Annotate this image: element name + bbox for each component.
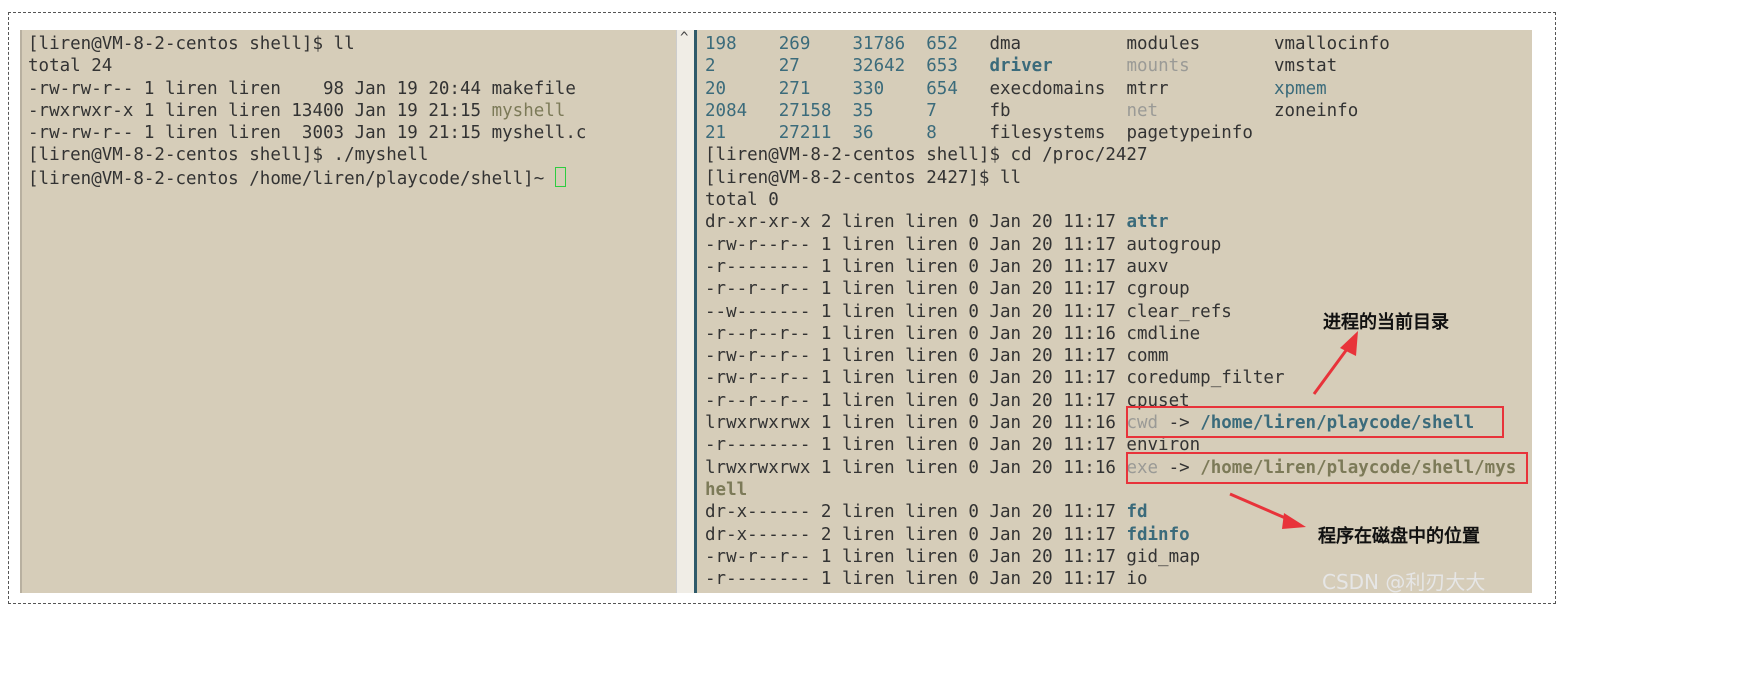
arrow-to-cwd-note — [1312, 331, 1358, 395]
csdn-watermark: CSDN @利刃大大 — [1322, 570, 1486, 594]
arrow-to-exe-note — [1229, 492, 1306, 529]
cwd-annotation: 进程的当前目录 — [1323, 312, 1449, 333]
annotation-arrows — [1229, 331, 1358, 529]
exe-annotation: 程序在磁盘中的位置 — [1318, 526, 1480, 547]
